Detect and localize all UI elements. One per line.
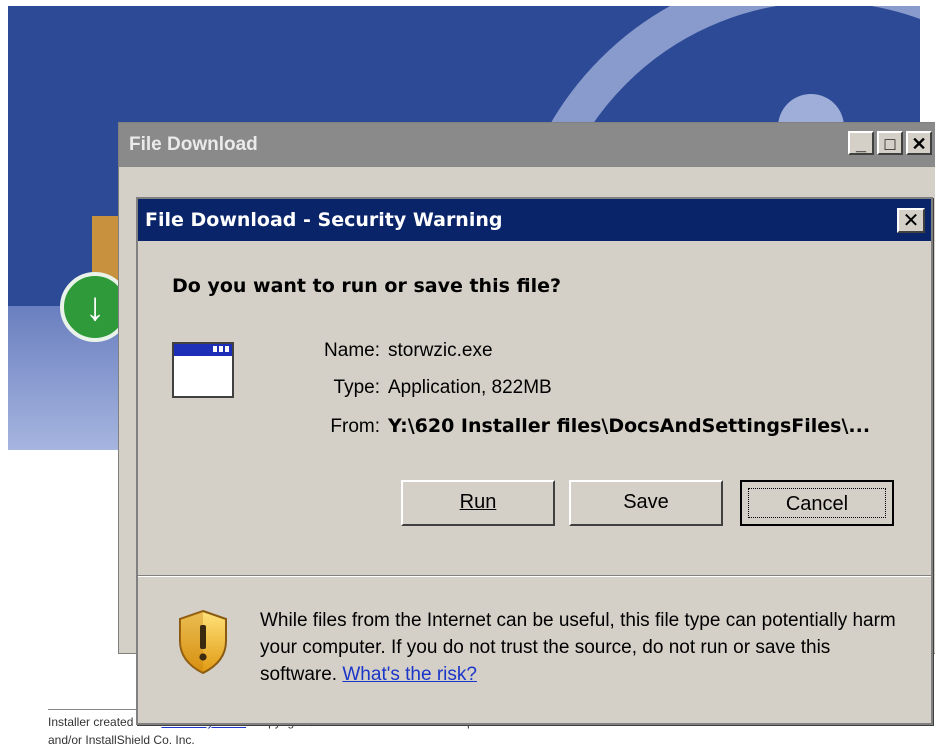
name-label: Name: — [324, 340, 380, 361]
save-button-label: Save — [623, 491, 669, 513]
save-button[interactable]: Save — [569, 480, 723, 526]
run-button[interactable]: Run — [401, 480, 555, 526]
section-divider-highlight — [138, 576, 931, 577]
shield-warning-icon — [179, 609, 227, 675]
cancel-focus-ring: Cancel — [748, 488, 886, 518]
dialog-titlebar[interactable]: File Download - Security Warning ✕ — [138, 199, 931, 241]
from-label: From: — [330, 416, 380, 437]
name-value: storwzic.exe — [388, 340, 493, 361]
minimize-button[interactable]: _ — [848, 131, 874, 155]
warning-message: While files from the Internet can be use… — [260, 607, 910, 688]
back-titlebar[interactable]: File Download _ □ ✕ — [119, 123, 935, 167]
application-icon — [172, 342, 234, 398]
type-label: Type: — [333, 377, 380, 398]
whats-the-risk-link[interactable]: What's the risk? — [342, 664, 477, 685]
maximize-button[interactable]: □ — [877, 131, 903, 155]
dialog-title: File Download - Security Warning — [145, 209, 503, 231]
cancel-button[interactable]: Cancel — [740, 480, 894, 526]
run-button-label: Run — [459, 491, 497, 513]
from-value: Y:\620 Installer files\DocsAndSettingsFi… — [388, 415, 871, 437]
back-title: File Download — [129, 134, 258, 155]
question-heading: Do you want to run or save this file? — [172, 275, 562, 297]
back-close-button[interactable]: ✕ — [906, 131, 932, 155]
type-value: Application, 822MB — [388, 377, 552, 398]
window-controls: _ □ ✕ — [848, 131, 932, 155]
type-row: Type: Application, 822MB — [288, 377, 552, 399]
footer-line2: and/or InstallShield Co. Inc. — [48, 733, 195, 747]
from-row: From: Y:\620 Installer files\DocsAndSetti… — [288, 415, 870, 438]
close-button[interactable]: ✕ — [897, 208, 925, 233]
security-warning-dialog: File Download - Security Warning ✕ Do yo… — [136, 197, 933, 725]
cancel-button-label: Cancel — [785, 493, 849, 515]
name-row: Name: storwzic.exe — [288, 340, 493, 362]
